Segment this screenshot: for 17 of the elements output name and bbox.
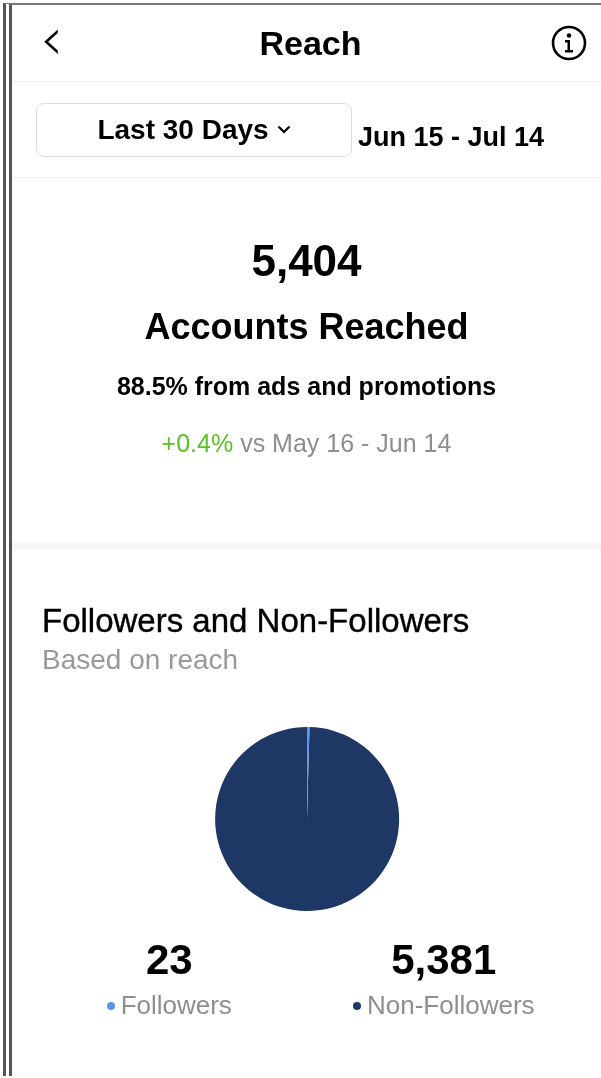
ads-share: 88.5% from ads and promotions — [116, 372, 497, 401]
date-range: Jun 15 - Jul 14 — [358, 122, 545, 153]
section-subtitle: Based on reach — [42, 644, 240, 676]
total-accounts: 5,404 — [251, 236, 362, 286]
legend-label: Non-Followers — [366, 990, 535, 1021]
total-label: Accounts Reached — [144, 306, 469, 348]
section-title: Followers and Non-Followers — [42, 602, 471, 640]
legend-label: Followers — [120, 990, 232, 1021]
stat-value: 5,381 — [391, 936, 497, 984]
chevron-down-icon — [276, 125, 291, 134]
period-dropdown[interactable]: Last 30 Days — [36, 102, 352, 157]
page-title: Reach — [259, 23, 362, 63]
comparison-period: vs May 16 - Jun 14 — [240, 429, 452, 457]
back-button[interactable]: ‹ — [34, 10, 70, 68]
info-icon[interactable] — [551, 25, 587, 61]
change-percent: +0.4% — [161, 429, 234, 457]
stat-value: 23 — [145, 936, 193, 984]
